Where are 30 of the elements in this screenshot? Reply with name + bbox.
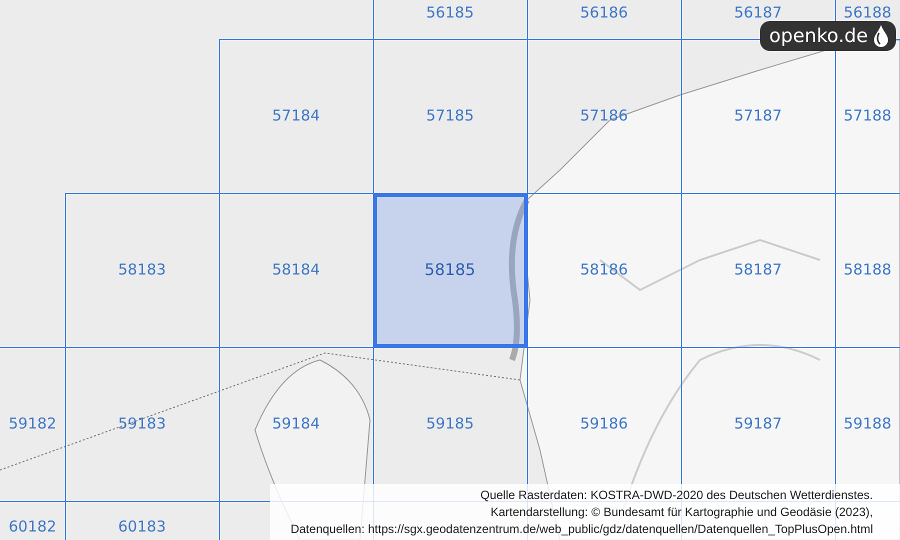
grid-label[interactable]: 59183 (118, 416, 166, 432)
grid-label[interactable]: 58188 (844, 262, 892, 278)
grid-label[interactable]: 56186 (580, 6, 628, 20)
grid-label[interactable]: 57187 (734, 108, 782, 124)
attribution-text: Datenquellen: https://sgx.geodatenzentrum.de/web_public/gdz/datenquellen/Datenquellen_TopPlusOpen.html (290, 521, 873, 538)
grid-label[interactable]: 59188 (844, 416, 892, 432)
grid-label[interactable]: 59182 (8, 416, 56, 432)
grid-label[interactable]: 57188 (844, 108, 892, 124)
grid-label[interactable]: 59184 (272, 416, 320, 432)
drop-icon (872, 24, 890, 48)
grid-label[interactable]: 58186 (580, 262, 628, 278)
grid-label[interactable]: 60182 (8, 520, 56, 534)
grid-label[interactable]: 58185 (424, 262, 476, 278)
attribution-text: Kartendarstellung: © Bundesamt für Kartographie und Geodäsie (2023), (490, 504, 873, 521)
grid-label[interactable]: 58183 (118, 262, 166, 278)
grid-label[interactable]: 57185 (426, 108, 474, 124)
grid-label[interactable]: 60183 (118, 520, 166, 534)
selected-cell[interactable] (373, 193, 528, 348)
grid-label[interactable]: 56185 (426, 6, 474, 20)
grid-label[interactable]: 58187 (734, 262, 782, 278)
attribution-text: Quelle Rasterdaten: KOSTRA-DWD-2020 des Deutschen Wetterdienstes. (480, 487, 873, 504)
grid-label[interactable]: 57184 (272, 108, 320, 124)
grid-label[interactable]: 56188 (844, 6, 892, 20)
grid-label[interactable]: 56187 (734, 6, 782, 20)
grid-label[interactable]: 59185 (426, 416, 474, 432)
grid-label[interactable]: 57186 (580, 108, 628, 124)
grid-label[interactable]: 59186 (580, 416, 628, 432)
grid-label[interactable]: 59187 (734, 416, 782, 432)
grid-label[interactable]: 58184 (272, 262, 320, 278)
logo[interactable]: openko.de (760, 21, 896, 51)
